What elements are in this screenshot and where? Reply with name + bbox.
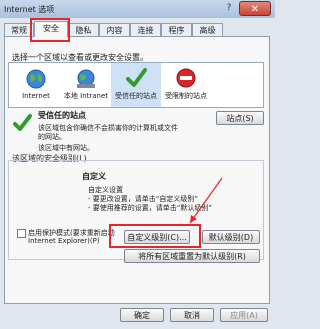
title-bar: Internet 选项 ? ✕: [0, 0, 275, 18]
globe-icon: [26, 69, 46, 89]
green-check-icon: [126, 68, 147, 87]
window-title: Internet 选项: [4, 5, 55, 14]
tab-programs[interactable]: 程序: [161, 23, 192, 36]
close-button[interactable]: ✕: [239, 1, 271, 16]
apply-button[interactable]: 应用(A): [220, 308, 268, 322]
custom-line-3: - 要使用推荐的设置，请单击“默认级别”: [88, 204, 213, 212]
no-entry-icon: [176, 68, 196, 88]
help-button[interactable]: ?: [222, 2, 236, 15]
tab-privacy[interactable]: 隐私: [68, 23, 99, 36]
tab-advanced[interactable]: 高级: [192, 23, 223, 36]
zone-label: 本地 Intranet: [63, 92, 109, 100]
sites-button[interactable]: 站点(S): [216, 111, 264, 125]
zone-label: 受限制的站点: [165, 92, 207, 100]
custom-title: 自定义: [82, 172, 106, 181]
ok-button[interactable]: 确定: [120, 308, 164, 322]
zone-list: Internet 本地 Intranet 受信任的站点 受限制的站点: [8, 62, 264, 108]
selected-zone-desc-line2: 的网站。: [38, 133, 66, 141]
reset-all-zones-button[interactable]: 将所有区域重置为默认级别(R): [124, 249, 260, 263]
intranet-globe-icon: [77, 69, 95, 88]
trusted-check-icon: [13, 114, 32, 131]
zone-label: 受信任的站点: [115, 92, 157, 100]
selected-zone-desc-line3: 该区域中有网站。: [38, 144, 94, 152]
highlight-custom-level: [109, 224, 201, 248]
zone-label: Internet: [22, 92, 50, 100]
zone-internet[interactable]: Internet: [11, 63, 61, 107]
selected-zone-name: 受信任的站点: [38, 111, 86, 120]
cancel-button[interactable]: 取消: [170, 308, 214, 322]
protected-mode-checkbox[interactable]: [17, 229, 26, 238]
highlight-security-tab: [30, 18, 70, 42]
tab-content[interactable]: 内容: [99, 23, 130, 36]
default-level-button[interactable]: 默认级别(D): [202, 230, 260, 244]
zone-local-intranet[interactable]: 本地 Intranet: [61, 63, 111, 107]
protected-mode-label-2: Internet Explorer)(P): [28, 237, 100, 245]
zone-trusted-sites[interactable]: 受信任的站点: [111, 63, 161, 107]
zone-restricted-sites[interactable]: 受限制的站点: [161, 63, 211, 107]
tab-connections[interactable]: 连接: [130, 23, 161, 36]
